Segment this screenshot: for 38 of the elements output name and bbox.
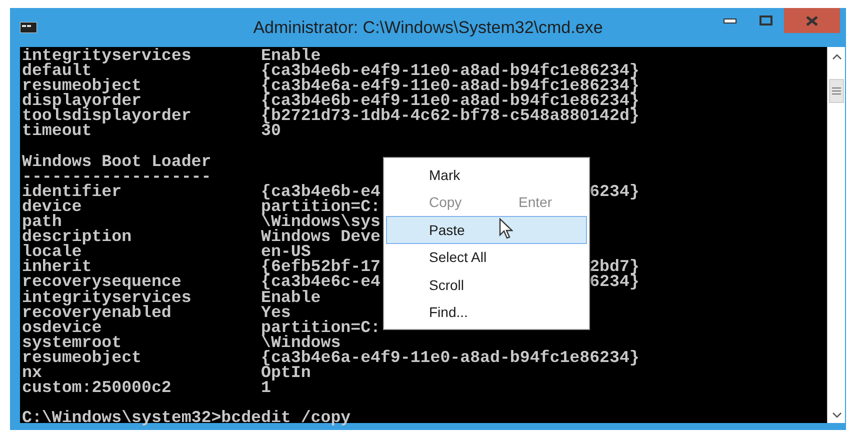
setting-value: 6234} xyxy=(590,184,640,199)
setting-value: 6234} xyxy=(590,274,640,290)
setting-name: systemroot xyxy=(22,334,122,350)
setting-name: integrityservices xyxy=(22,290,192,305)
setting-value: 1 xyxy=(260,378,271,398)
setting-value: {ca3b4e6b-e4 xyxy=(260,182,380,201)
setting-name: resumeobject xyxy=(22,78,142,94)
setting-value: 2bd7} xyxy=(590,259,640,274)
setting-name: recoverysequence xyxy=(22,274,182,290)
setting-value: Yes xyxy=(260,302,291,322)
setting-name: recoveryenabled xyxy=(22,304,172,320)
setting-name: custom:250000c2 xyxy=(22,380,172,396)
setting-name: default xyxy=(22,63,92,78)
setting-name: osdevice xyxy=(22,320,102,335)
menu-item[interactable]: Mark xyxy=(386,161,587,188)
window-title: Administrator: C:\Windows\System32\cmd.exe xyxy=(253,18,603,38)
shortcut-label: Enter xyxy=(518,194,552,210)
setting-name: path xyxy=(22,214,62,230)
setting-name: device xyxy=(22,198,83,214)
console-text: Windows Boot Loader xyxy=(22,154,212,169)
setting-name: timeout xyxy=(22,123,92,139)
console-text: C:\Windows\system32>bcdedit /copy xyxy=(22,410,351,426)
menu-item[interactable]: Select All xyxy=(386,244,587,271)
setting-name: nx xyxy=(22,364,42,380)
menu-item[interactable]: Paste xyxy=(386,216,587,244)
setting-name: description xyxy=(22,229,133,244)
setting-value: {ca3b4e6a-e4f9-11e0-a8ad-b94fc1e86234} xyxy=(260,348,640,367)
setting-name: integrityservices xyxy=(22,48,192,64)
setting-name: toolsdisplayorder xyxy=(22,108,192,124)
setting-name: locale xyxy=(22,244,82,260)
setting-name: resumeobject xyxy=(22,350,142,365)
setting-value: {b2721d73-1db4-4c62-bf78-c548a880142d} xyxy=(260,106,640,126)
setting-name: identifier xyxy=(22,184,123,199)
menu-item[interactable]: Find... xyxy=(386,298,587,326)
menu-item[interactable]: Scroll xyxy=(386,271,587,298)
setting-name: displayorder xyxy=(22,93,142,108)
setting-name: inherit xyxy=(22,259,93,274)
console-text: ------------------- xyxy=(22,168,212,184)
